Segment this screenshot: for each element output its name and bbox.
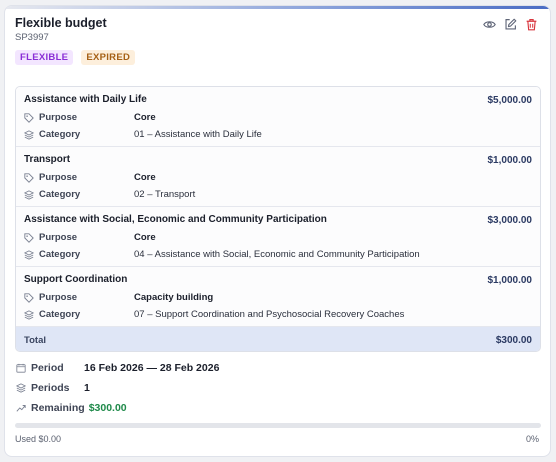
item-amount: $1,000.00 <box>487 275 533 286</box>
periods-value: 1 <box>84 382 90 394</box>
category-value: 01 – Assistance with Daily Life <box>134 129 262 140</box>
total-row: Total $300.00 <box>16 327 540 351</box>
tag-icon <box>24 292 34 303</box>
layers-icon <box>24 129 34 140</box>
status-badges: FLEXIBLE EXPIRED <box>15 50 136 65</box>
item-amount: $3,000.00 <box>487 215 533 226</box>
trash-icon[interactable] <box>525 18 538 31</box>
category-row: Category 02 – Transport <box>24 188 195 201</box>
item-name: Support Coordination <box>24 274 128 285</box>
budget-item: Assistance with Daily Life $5,000.00 Pur… <box>16 87 540 147</box>
layers-icon <box>24 309 34 320</box>
category-row: Category 07 – Support Coordination and P… <box>24 308 404 321</box>
item-name: Assistance with Daily Life <box>24 94 147 105</box>
budget-items-list: Assistance with Daily Life $5,000.00 Pur… <box>15 86 541 352</box>
purpose-row: Purpose Capacity building <box>24 291 213 304</box>
category-row: Category 01 – Assistance with Daily Life <box>24 128 262 141</box>
eye-icon[interactable] <box>483 18 496 31</box>
purpose-label: Purpose <box>39 112 78 123</box>
period-row: Period 16 Feb 2026 — 28 Feb 2026 <box>16 361 219 375</box>
layers-icon <box>24 249 34 260</box>
periods-row: Periods 1 <box>16 381 90 395</box>
budget-item: Transport $1,000.00 Purpose Core Categor… <box>16 147 540 207</box>
category-label: Category <box>39 249 81 260</box>
item-amount: $1,000.00 <box>487 155 533 166</box>
used-amount: Used $0.00 <box>15 434 62 444</box>
edit-icon[interactable] <box>504 18 517 31</box>
item-name: Assistance with Social, Economic and Com… <box>24 214 327 225</box>
tag-icon <box>24 112 34 123</box>
category-value: 04 – Assistance with Social, Economic an… <box>134 249 420 260</box>
category-value: 07 – Support Coordination and Psychosoci… <box>134 309 405 320</box>
remaining-value: $300.00 <box>88 402 127 414</box>
budget-item: Support Coordination $1,000.00 Purpose C… <box>16 267 540 327</box>
budget-code: SP3997 <box>15 32 49 43</box>
purpose-row: Purpose Core <box>24 171 156 184</box>
budget-title: Flexible budget <box>15 16 107 30</box>
purpose-value: Core <box>134 112 156 123</box>
purpose-value: Core <box>134 172 156 183</box>
budget-item: Assistance with Social, Economic and Com… <box>16 207 540 267</box>
purpose-label: Purpose <box>39 292 78 303</box>
category-label: Category <box>39 189 81 200</box>
purpose-row: Purpose Core <box>24 231 156 244</box>
purpose-value: Capacity building <box>134 292 214 303</box>
usage-percent: 0% <box>525 434 539 444</box>
purpose-label: Purpose <box>39 232 78 243</box>
card-actions <box>483 18 538 31</box>
calendar-icon <box>16 363 26 373</box>
usage-progress-bar <box>15 423 541 428</box>
flexible-badge: FLEXIBLE <box>15 50 74 65</box>
purpose-label: Purpose <box>39 172 78 183</box>
category-row: Category 04 – Assistance with Social, Ec… <box>24 248 420 261</box>
category-label: Category <box>39 129 81 140</box>
periods-label: Periods <box>31 382 70 394</box>
tag-icon <box>24 172 34 183</box>
trending-up-icon <box>16 405 26 412</box>
period-label: Period <box>31 362 64 374</box>
purpose-row: Purpose Core <box>24 111 156 124</box>
item-amount: $5,000.00 <box>487 95 533 106</box>
category-label: Category <box>39 309 81 320</box>
budget-card: Flexible budget SP3997 FLEXIBLE EXPIRED … <box>4 5 551 457</box>
total-value: $300.00 <box>495 335 532 346</box>
total-label: Total <box>24 335 46 346</box>
purpose-value: Core <box>134 232 156 243</box>
period-value: 16 Feb 2026 — 28 Feb 2026 <box>84 362 220 374</box>
category-value: 02 – Transport <box>134 189 196 200</box>
layers-icon <box>24 189 34 200</box>
remaining-label: Remaining <box>31 402 85 414</box>
expired-badge: EXPIRED <box>81 50 136 65</box>
layers-icon <box>16 383 26 393</box>
tag-icon <box>24 232 34 243</box>
item-name: Transport <box>24 154 71 165</box>
remaining-row: Remaining $300.00 <box>16 401 127 415</box>
